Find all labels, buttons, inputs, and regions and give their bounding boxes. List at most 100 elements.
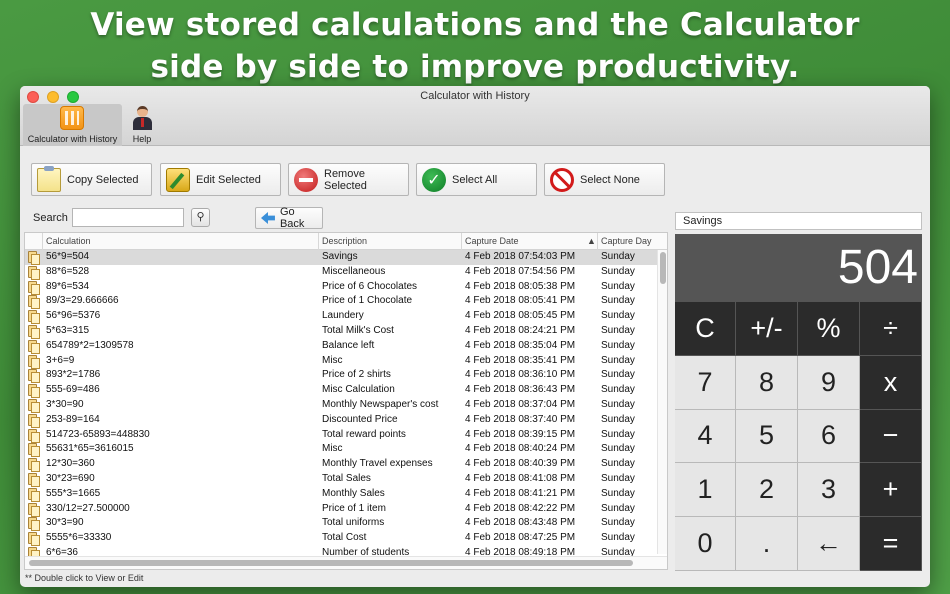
cell-capture-day: Sunday: [601, 251, 635, 262]
cell-description: Savings: [322, 251, 358, 262]
horizontal-scrollbar[interactable]: [25, 556, 667, 569]
digit-7-key[interactable]: 7: [675, 355, 736, 410]
table-row[interactable]: 89/3=29.666666 Price of 1 Chocolate 4 Feb …: [25, 294, 667, 310]
table-row[interactable]: 30*23=690 Total Sales 4 Feb 2018 08:41:08 …: [25, 472, 667, 487]
document-icon: [28, 369, 40, 384]
table-row[interactable]: 56*96=5376 Laundery 4 Feb 2018 08:05:45 PM…: [25, 309, 667, 325]
cell-capture-date: 4 Feb 2018 08:35:04 PM: [465, 339, 576, 351]
digit-3-key[interactable]: 3: [798, 463, 860, 518]
column-header-capture-day[interactable]: Capture Day: [601, 236, 652, 246]
digit-4-key[interactable]: 4: [675, 409, 736, 464]
cell-description: Misc: [322, 354, 343, 366]
table-row[interactable]: 893*2=1786 Price of 2 shirts 4 Feb 2018 08…: [25, 368, 667, 384]
document-icon: [28, 443, 40, 458]
toolbar-help[interactable]: Help: [123, 104, 161, 146]
document-icon: [28, 310, 40, 325]
document-icon: [28, 295, 40, 310]
button-label: Go Back: [279, 206, 305, 230]
search-input[interactable]: [72, 208, 184, 227]
button-label: Edit Selected: [196, 173, 261, 186]
cell-capture-date: 4 Feb 2018 08:40:24 PM: [465, 443, 576, 455]
cell-capture-day: Sunday: [601, 458, 635, 470]
table-body: 56*9=504 Savings 4 Feb 2018 07:54:03 PM Sun…: [25, 250, 667, 561]
cell-capture-day: Sunday: [601, 502, 635, 514]
go-back-button[interactable]: Go Back: [255, 206, 323, 230]
table-row[interactable]: 56*9=504 Savings 4 Feb 2018 07:54:03 PM Sun…: [25, 250, 667, 265]
cell-capture-date: 4 Feb 2018 08:05:45 PM: [465, 310, 576, 322]
table-row[interactable]: 3+6=9 Misc 4 Feb 2018 08:35:41 PM Sunday: [25, 354, 667, 369]
toolbar-calculator-with-history[interactable]: Calculator with History: [23, 104, 122, 146]
digit-1-key[interactable]: 1: [675, 463, 736, 518]
cell-description: Total reward points: [322, 428, 406, 440]
cell-description: Total uniforms: [322, 517, 385, 529]
clear-key[interactable]: C: [675, 302, 736, 356]
backspace-key[interactable]: ←: [798, 517, 860, 571]
table-row[interactable]: 3*30=90 Monthly Newspaper's cost 4 Feb 201…: [25, 398, 667, 413]
select-none-button[interactable]: Select None: [544, 163, 665, 196]
cell-description: Price of 1 Chocolate: [322, 295, 413, 307]
cell-capture-day: Sunday: [601, 339, 635, 351]
cell-description: Monthly Newspaper's cost: [322, 398, 439, 410]
digit-9-key[interactable]: 9: [798, 355, 860, 410]
cell-capture-day: Sunday: [601, 472, 635, 484]
cell-description: Price of 2 shirts: [322, 369, 391, 381]
table-row[interactable]: 555-69=486 Misc Calculation 4 Feb 2018 08:…: [25, 383, 667, 399]
percent-key[interactable]: %: [798, 302, 860, 356]
cell-calculation: 253-89=164: [46, 413, 100, 425]
table-row[interactable]: 5555*6=33330 Total Cost 4 Feb 2018 08:47:2…: [25, 531, 667, 547]
copy-selected-button[interactable]: Copy Selected: [31, 163, 152, 196]
vertical-scrollbar[interactable]: [657, 250, 667, 554]
digit-0-key[interactable]: 0: [675, 517, 736, 571]
cell-description: Discounted Price: [322, 413, 398, 425]
cell-capture-date: 4 Feb 2018 08:41:08 PM: [465, 472, 576, 484]
cell-description: Price of 6 Chocolates: [322, 280, 418, 292]
table-row[interactable]: 555*3=1665 Monthly Sales 4 Feb 2018 08:41:…: [25, 487, 667, 502]
add-key[interactable]: +: [860, 463, 922, 518]
decimal-key[interactable]: .: [736, 517, 798, 571]
digit-5-key[interactable]: 5: [736, 409, 798, 464]
table-row[interactable]: 12*30=360 Monthly Travel expenses 4 Feb 20…: [25, 457, 667, 473]
table-row[interactable]: 89*6=534 Price of 6 Chocolates 4 Feb 2018 …: [25, 280, 667, 295]
sign-key[interactable]: +/-: [736, 302, 798, 356]
search-button[interactable]: ⚲: [191, 208, 210, 227]
help-person-icon: [131, 106, 153, 130]
remove-selected-button[interactable]: Remove Selected: [288, 163, 409, 196]
table-row[interactable]: 514723-65893=448830 Total reward points 4 …: [25, 428, 667, 443]
table-row[interactable]: 88*6=528 Miscellaneous 4 Feb 2018 07:54:56…: [25, 265, 667, 280]
cell-calculation: 3+6=9: [46, 354, 75, 366]
cell-capture-day: Sunday: [601, 413, 635, 425]
table-row[interactable]: 55631*65=3616015 Misc 4 Feb 2018 08:40:24 …: [25, 442, 667, 458]
cell-description: Misc: [322, 443, 343, 455]
digit-2-key[interactable]: 2: [736, 463, 798, 518]
edit-selected-button[interactable]: Edit Selected: [160, 163, 281, 196]
prohibited-icon: [550, 167, 574, 192]
multiply-key[interactable]: x: [860, 355, 922, 410]
cell-description: Misc Calculation: [322, 384, 395, 396]
table-row[interactable]: 253-89=164 Discounted Price 4 Feb 2018 08:…: [25, 413, 667, 428]
document-icon: [28, 339, 40, 354]
table-row[interactable]: 654789*2=1309578 Balance left 4 Feb 2018 0…: [25, 339, 667, 354]
back-arrow-icon: [261, 212, 275, 224]
table-row[interactable]: 30*3=90 Total uniforms 4 Feb 2018 08:43:48…: [25, 516, 667, 532]
column-header-capture-date[interactable]: Capture Date: [465, 236, 519, 246]
select-all-button[interactable]: ✓ Select All: [416, 163, 537, 196]
table-row[interactable]: 330/12=27.500000 Price of 1 item 4 Feb 201…: [25, 502, 667, 517]
equals-key[interactable]: =: [860, 517, 922, 571]
divide-key[interactable]: ÷: [860, 302, 922, 356]
subtract-key[interactable]: −: [860, 409, 922, 464]
history-table[interactable]: Calculation Description Capture Date ▲ C…: [24, 232, 668, 570]
cell-capture-date: 4 Feb 2018 08:43:48 PM: [465, 517, 576, 529]
digit-8-key[interactable]: 8: [736, 355, 798, 410]
column-header-description[interactable]: Description: [322, 236, 367, 246]
cell-calculation: 89*6=534: [46, 280, 90, 292]
calculation-description-field[interactable]: Savings: [675, 212, 922, 230]
cell-capture-day: Sunday: [601, 443, 635, 455]
digit-6-key[interactable]: 6: [798, 409, 860, 464]
document-icon: [28, 324, 40, 339]
sort-ascending-icon: ▲: [587, 236, 596, 246]
cell-capture-day: Sunday: [601, 310, 635, 322]
column-header-calculation[interactable]: Calculation: [46, 236, 91, 246]
table-row[interactable]: 5*63=315 Total Milk's Cost 4 Feb 2018 08:2…: [25, 324, 667, 339]
document-icon: [28, 251, 40, 265]
remove-icon: [294, 167, 318, 192]
